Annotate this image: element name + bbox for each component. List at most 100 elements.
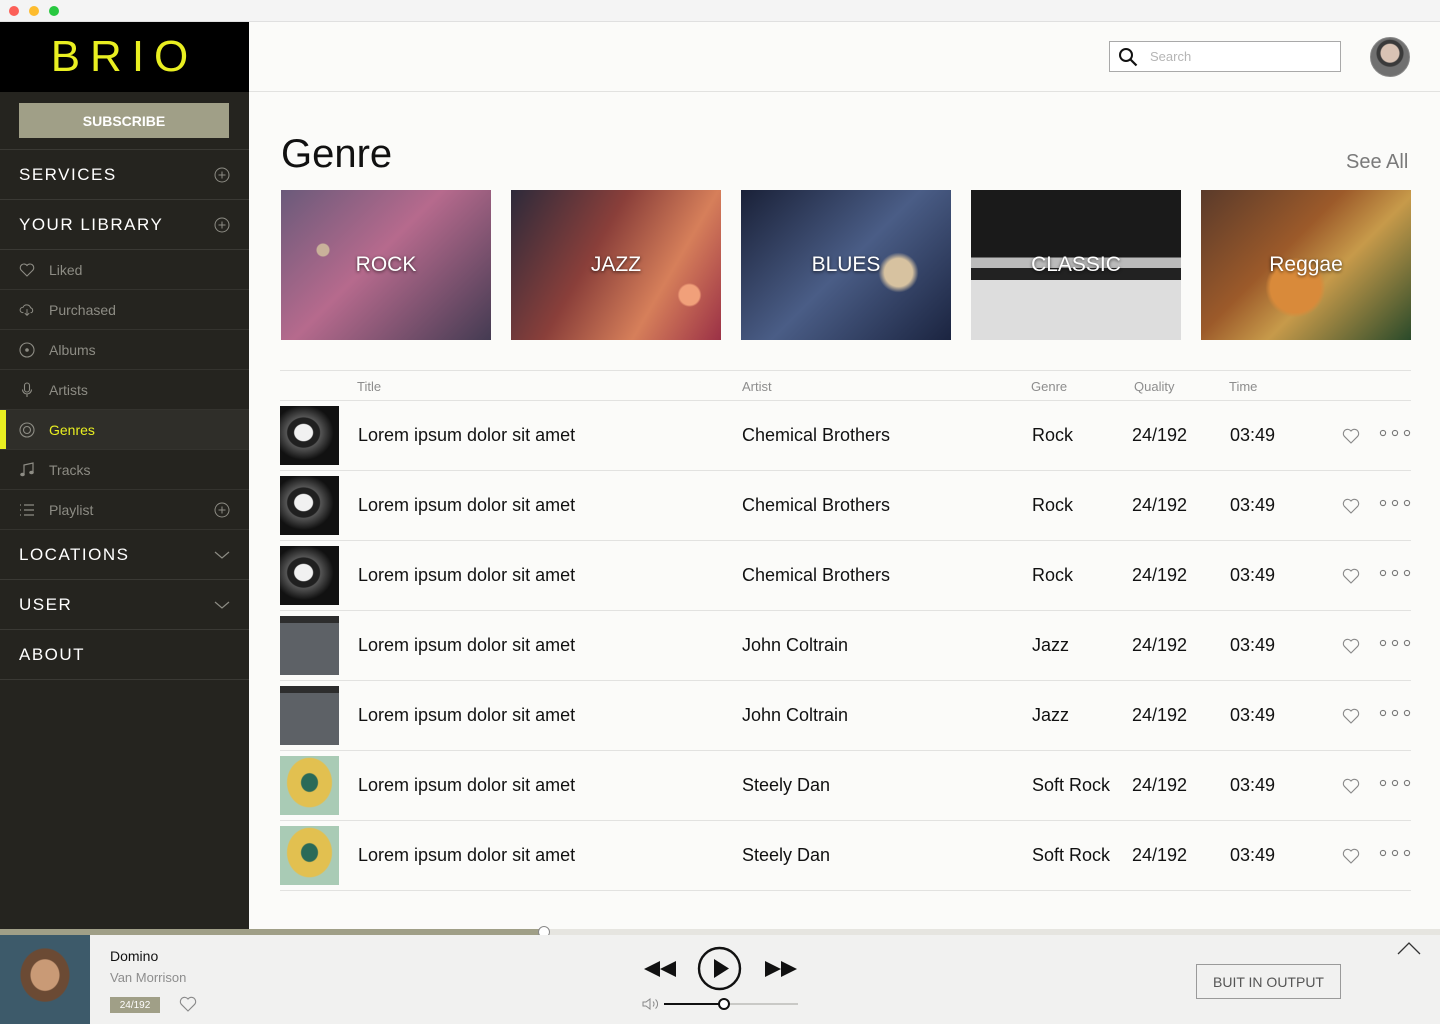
sidebar-item-albums[interactable]: Albums	[0, 330, 249, 370]
music-note-icon	[19, 461, 35, 478]
track-artist: Steely Dan	[742, 775, 831, 795]
album-cover	[280, 686, 339, 745]
add-circle-icon[interactable]	[214, 167, 230, 183]
track-artist: Chemical Brothers	[742, 425, 891, 445]
sidebar-item-genres[interactable]: Genres	[0, 410, 249, 450]
track-quality: 24/192	[1132, 425, 1188, 445]
track-title: Lorem ipsum dolor sit amet	[358, 425, 576, 445]
play-button[interactable]	[697, 946, 742, 991]
disc-icon	[19, 341, 35, 358]
table-row[interactable]: Lorem ipsum dolor sit amet Chemical Brot…	[280, 471, 1411, 541]
sidebar-section-about[interactable]: ABOUT	[0, 630, 249, 680]
like-heart-icon[interactable]	[1342, 778, 1360, 794]
column-header-title[interactable]: Title	[357, 379, 381, 394]
heart-icon	[19, 262, 35, 278]
user-avatar[interactable]	[1370, 37, 1410, 77]
volume-icon[interactable]	[642, 998, 660, 1010]
like-heart-icon[interactable]	[1342, 568, 1360, 584]
sidebar-item-playlist[interactable]: Playlist	[0, 490, 249, 530]
sidebar-item-label: Tracks	[49, 461, 91, 478]
now-playing-artist: Van Morrison	[110, 970, 187, 985]
album-cover	[280, 616, 339, 675]
sidebar-item-artists[interactable]: Artists	[0, 370, 249, 410]
track-genre: Rock	[1032, 425, 1074, 445]
like-heart-icon[interactable]	[1342, 848, 1360, 864]
genre-tile-classic[interactable]: CLASSIC	[971, 190, 1181, 340]
search-icon	[1119, 47, 1138, 66]
subscribe-button[interactable]: SUBSCRIBE	[19, 103, 229, 138]
sidebar-section-user[interactable]: USER	[0, 580, 249, 630]
like-heart-icon[interactable]	[1342, 428, 1360, 444]
table-row[interactable]: Lorem ipsum dolor sit amet Chemical Brot…	[280, 401, 1411, 471]
table-row[interactable]: Lorem ipsum dolor sit amet Chemical Brot…	[280, 541, 1411, 611]
fast-forward-icon[interactable]	[763, 959, 799, 979]
now-playing-cover[interactable]	[0, 935, 90, 1024]
search-input[interactable]	[1150, 49, 1330, 64]
volume-fill	[664, 1003, 725, 1005]
output-device-button[interactable]: BUIT IN OUTPUT	[1196, 964, 1341, 999]
track-quality: 24/192	[1132, 565, 1188, 585]
chevron-up-icon[interactable]	[1397, 941, 1421, 955]
more-options-icon[interactable]	[1379, 708, 1411, 718]
minimize-window-button[interactable]	[29, 6, 39, 16]
window-titlebar	[0, 0, 1440, 22]
like-heart-icon[interactable]	[1342, 498, 1360, 514]
now-playing-title: Domino	[110, 948, 159, 964]
track-title: Lorem ipsum dolor sit amet	[358, 565, 576, 585]
track-genre: Jazz	[1032, 705, 1070, 725]
like-heart-icon[interactable]	[1342, 638, 1360, 654]
genre-tile-blues[interactable]: BLUES	[741, 190, 951, 340]
rewind-icon[interactable]	[642, 959, 678, 979]
table-row[interactable]: Lorem ipsum dolor sit amet John Coltrain…	[280, 681, 1411, 751]
genre-tile-rock[interactable]: ROCK	[281, 190, 491, 340]
track-artist: Chemical Brothers	[742, 565, 891, 585]
column-header-time[interactable]: Time	[1229, 379, 1257, 394]
about-label: ABOUT	[19, 644, 86, 664]
brand-logo: BRIO	[0, 22, 249, 92]
volume-slider-handle[interactable]	[718, 998, 731, 1010]
table-row[interactable]: Lorem ipsum dolor sit amet Steely Dan So…	[280, 751, 1411, 821]
add-playlist-icon[interactable]	[214, 502, 230, 518]
column-header-genre[interactable]: Genre	[1031, 379, 1067, 394]
more-options-icon[interactable]	[1379, 428, 1411, 438]
player-bar: Domino Van Morrison 24/192 BUIT IN OUTPU…	[0, 935, 1440, 1024]
like-heart-icon[interactable]	[1342, 708, 1360, 724]
sidebar-section-services[interactable]: SERVICES	[0, 150, 249, 200]
column-header-artist[interactable]: Artist	[742, 379, 772, 394]
more-options-icon[interactable]	[1379, 568, 1411, 578]
volume-slider[interactable]	[664, 998, 798, 1010]
table-row[interactable]: Lorem ipsum dolor sit amet John Coltrain…	[280, 611, 1411, 681]
sidebar-item-label: Playlist	[49, 501, 94, 518]
close-window-button[interactable]	[9, 6, 19, 16]
track-time: 03:49	[1230, 565, 1276, 585]
see-all-link[interactable]: See All	[1346, 151, 1408, 174]
more-options-icon[interactable]	[1379, 498, 1411, 508]
sidebar: BRIO SUBSCRIBE SERVICES YOUR LIBRARY Lik…	[0, 22, 249, 930]
track-genre: Jazz	[1032, 635, 1070, 655]
genre-tile-reggae[interactable]: Reggae	[1201, 190, 1411, 340]
sidebar-section-locations[interactable]: LOCATIONS	[0, 530, 249, 580]
more-options-icon[interactable]	[1379, 778, 1411, 788]
add-circle-icon[interactable]	[214, 217, 230, 233]
track-title: Lorem ipsum dolor sit amet	[358, 495, 576, 515]
like-heart-icon[interactable]	[179, 996, 197, 1012]
list-icon	[19, 502, 35, 518]
track-quality: 24/192	[1132, 775, 1188, 795]
genre-tile-jazz[interactable]: JAZZ	[511, 190, 721, 340]
sidebar-section-library[interactable]: YOUR LIBRARY	[0, 200, 249, 250]
sidebar-item-tracks[interactable]: Tracks	[0, 450, 249, 490]
more-options-icon[interactable]	[1379, 848, 1411, 858]
locations-label: LOCATIONS	[19, 544, 130, 564]
track-time: 03:49	[1230, 705, 1276, 725]
sidebar-item-liked[interactable]: Liked	[0, 250, 249, 290]
column-header-quality[interactable]: Quality	[1134, 379, 1174, 394]
table-row[interactable]: Lorem ipsum dolor sit amet Steely Dan So…	[280, 821, 1411, 891]
more-options-icon[interactable]	[1379, 638, 1411, 648]
sidebar-item-label: Purchased	[49, 301, 116, 318]
top-header	[249, 22, 1440, 92]
sidebar-item-label: Liked	[49, 261, 83, 278]
sidebar-item-purchased[interactable]: Purchased	[0, 290, 249, 330]
maximize-window-button[interactable]	[49, 6, 59, 16]
search-box[interactable]	[1109, 41, 1341, 72]
subscribe-area: SUBSCRIBE	[0, 92, 249, 150]
